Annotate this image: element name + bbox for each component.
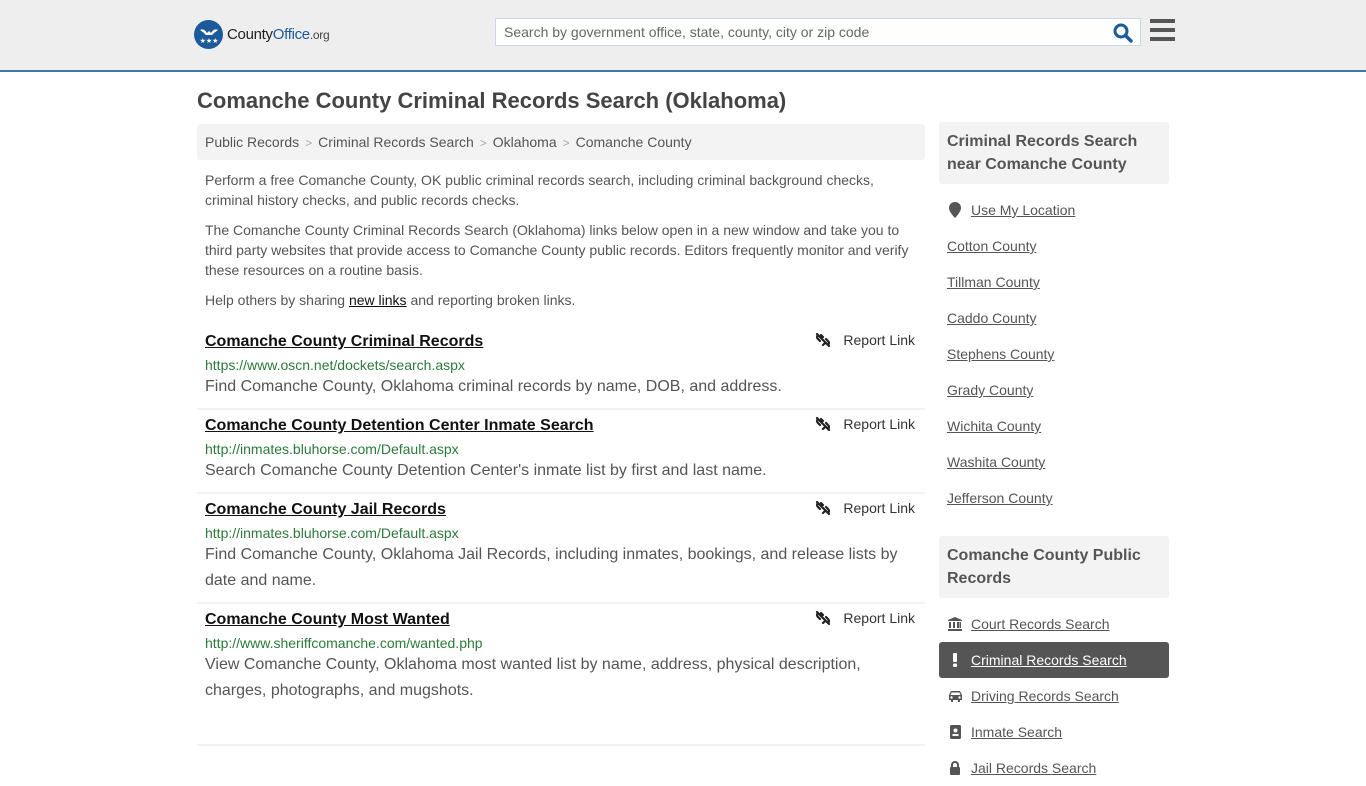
- court-records-search-link[interactable]: Court Records Search: [971, 616, 1110, 632]
- report-link-button[interactable]: Report Link: [815, 332, 915, 348]
- result-item: Comanche County Criminal Records Report …: [197, 326, 925, 410]
- result-item: Comanche County Detention Center Inmate …: [197, 410, 925, 494]
- result-description: Search Comanche County Detention Center'…: [205, 462, 767, 479]
- lock-icon: [947, 761, 963, 775]
- county-link[interactable]: Jefferson County: [947, 490, 1053, 506]
- result-url: http://inmates.bluhorse.com/Default.aspx: [205, 525, 459, 541]
- county-link[interactable]: Grady County: [947, 382, 1033, 398]
- use-my-location-link[interactable]: Use My Location: [971, 202, 1075, 218]
- breadcrumb-oklahoma[interactable]: Oklahoma: [493, 134, 557, 150]
- report-link-button[interactable]: Report Link: [815, 416, 915, 432]
- result-description: Find Comanche County, Oklahoma criminal …: [205, 378, 782, 395]
- public-record-item-inmate: Inmate Search: [939, 714, 1169, 750]
- county-link[interactable]: Stephens County: [947, 346, 1054, 362]
- nearby-county-item: Tillman County: [947, 264, 1161, 300]
- car-icon: [947, 690, 963, 702]
- jail-records-search-link[interactable]: Jail Records Search: [971, 760, 1096, 776]
- nearby-counties-list: Use My Location Cotton County Tillman Co…: [939, 184, 1169, 516]
- breadcrumb-separator: >: [562, 136, 570, 150]
- county-link[interactable]: Cotton County: [947, 238, 1037, 254]
- breadcrumb-separator: >: [305, 136, 313, 150]
- hamburger-menu-icon[interactable]: [1150, 19, 1175, 43]
- nearby-county-item: Jefferson County: [947, 480, 1161, 516]
- nearby-county-item: Washita County: [947, 444, 1161, 480]
- search-input[interactable]: [496, 19, 1096, 45]
- report-link-button[interactable]: Report Link: [815, 610, 915, 626]
- breadcrumb: Public Records > Criminal Records Search > O…: [197, 124, 925, 160]
- result-item: Comanche County Jail Records Report Link…: [197, 494, 925, 604]
- result-description: View Comanche County, Oklahoma most want…: [205, 656, 861, 699]
- nearby-county-item: Grady County: [947, 372, 1161, 408]
- page-title: Comanche County Criminal Records Search …: [197, 88, 787, 113]
- county-link[interactable]: Wichita County: [947, 418, 1041, 434]
- new-links-link[interactable]: new links: [349, 292, 407, 308]
- broken-link-icon: [816, 332, 831, 348]
- result-url: https://www.oscn.net/dockets/search.aspx: [205, 357, 465, 373]
- intro-paragraph-share: Help others by sharing new links and rep…: [205, 292, 576, 308]
- logo-text: CountyOffice.org: [227, 26, 330, 43]
- public-record-item-jail: Jail Records Search: [939, 750, 1169, 786]
- site-logo[interactable]: ★★★ CountyOffice.org: [194, 20, 330, 49]
- result-item: Comanche County Most Wanted Report Link …: [197, 604, 925, 746]
- nearby-county-item: Wichita County: [947, 408, 1161, 444]
- svg-text:★★★: ★★★: [199, 37, 218, 45]
- intro-text: Perform a free Comanche County, OK publi…: [205, 170, 920, 320]
- result-title-link[interactable]: Comanche County Criminal Records: [205, 332, 483, 352]
- result-url: http://inmates.bluhorse.com/Default.aspx: [205, 441, 459, 457]
- broken-link-icon: [816, 416, 831, 432]
- nearby-county-item: Stephens County: [947, 336, 1161, 372]
- breadcrumb-public-records[interactable]: Public Records: [205, 134, 299, 150]
- county-link[interactable]: Tillman County: [947, 274, 1040, 290]
- logo-eagle-icon: ★★★: [194, 20, 223, 49]
- search-icon[interactable]: [1112, 22, 1134, 44]
- site-header: ★★★ CountyOffice.org: [0, 0, 1366, 72]
- result-url: http://www.sheriffcomanche.com/wanted.ph…: [205, 635, 483, 651]
- public-record-item-driving: Driving Records Search: [939, 678, 1169, 714]
- nearby-heading: Criminal Records Search near Comanche Co…: [939, 122, 1169, 184]
- result-title-link[interactable]: Comanche County Detention Center Inmate …: [205, 416, 594, 436]
- result-title-link[interactable]: Comanche County Most Wanted: [205, 610, 450, 630]
- report-link-button[interactable]: Report Link: [815, 500, 915, 516]
- public-records-list: Court Records Search Criminal Records Se…: [939, 598, 1169, 786]
- breadcrumb-criminal-records-search[interactable]: Criminal Records Search: [318, 134, 474, 150]
- map-pin-icon: [947, 202, 963, 218]
- breadcrumb-separator: >: [479, 136, 487, 150]
- results-list: Comanche County Criminal Records Report …: [197, 326, 925, 746]
- use-my-location: Use My Location: [947, 192, 1161, 228]
- id-badge-icon: [947, 725, 963, 739]
- broken-link-icon: [816, 500, 831, 516]
- nearby-county-item: Cotton County: [947, 228, 1161, 264]
- courthouse-icon: [947, 617, 963, 631]
- criminal-records-search-link[interactable]: Criminal Records Search: [971, 652, 1127, 668]
- breadcrumb-comanche-county[interactable]: Comanche County: [576, 134, 692, 150]
- nearby-county-item: Caddo County: [947, 300, 1161, 336]
- inmate-search-link[interactable]: Inmate Search: [971, 724, 1062, 740]
- public-records-heading: Comanche County Public Records: [939, 536, 1169, 598]
- public-record-item-criminal: Criminal Records Search: [939, 642, 1169, 678]
- broken-link-icon: [816, 610, 831, 626]
- county-link[interactable]: Washita County: [947, 454, 1045, 470]
- driving-records-search-link[interactable]: Driving Records Search: [971, 688, 1119, 704]
- result-title-link[interactable]: Comanche County Jail Records: [205, 500, 446, 520]
- intro-paragraph: The Comanche County Criminal Records Sea…: [205, 222, 909, 278]
- sidebar: Criminal Records Search near Comanche Co…: [939, 122, 1169, 786]
- result-description: Find Comanche County, Oklahoma Jail Reco…: [205, 546, 898, 589]
- exclamation-icon: [947, 653, 963, 667]
- intro-paragraph: Perform a free Comanche County, OK publi…: [205, 172, 874, 208]
- county-link[interactable]: Caddo County: [947, 310, 1037, 326]
- public-record-item-court: Court Records Search: [939, 606, 1169, 642]
- search-box: [495, 18, 1141, 46]
